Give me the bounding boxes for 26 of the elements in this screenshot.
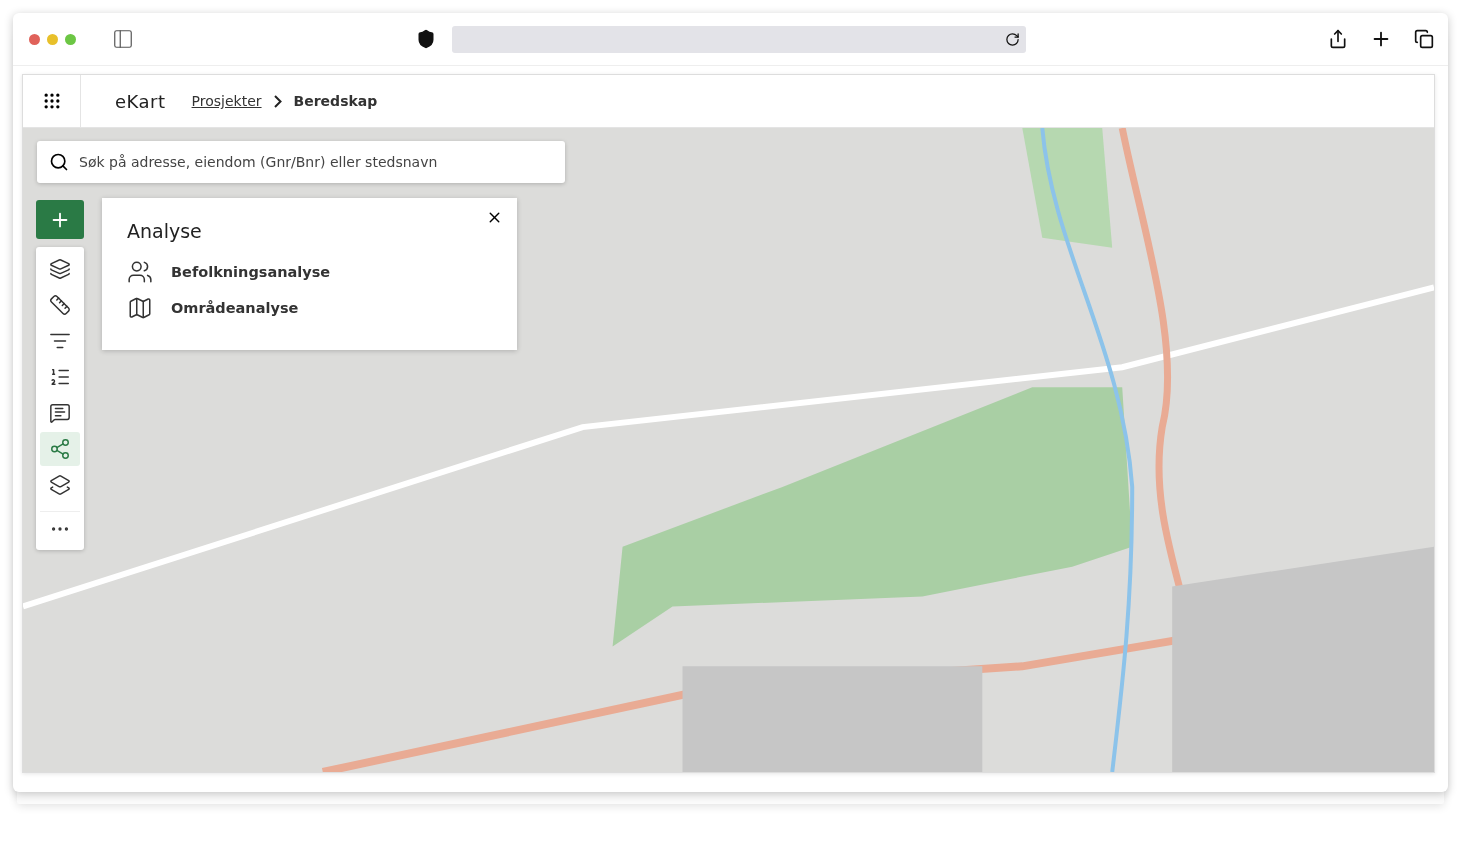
shield-icon — [416, 29, 436, 49]
legend-icon[interactable] — [49, 366, 71, 388]
breadcrumb-current: Beredskap — [293, 93, 378, 109]
share-icon[interactable] — [1328, 29, 1348, 49]
people-icon — [127, 259, 153, 285]
app-name: eKart — [115, 90, 166, 112]
sidebar-icon[interactable] — [112, 28, 134, 50]
close-dot[interactable] — [29, 33, 40, 45]
layers-icon[interactable] — [49, 258, 71, 280]
minimize-dot[interactable] — [47, 33, 58, 45]
analysis-tool-button[interactable] — [40, 432, 80, 466]
search-field[interactable]: Søk på adresse, eiendom (Gnr/Bnr) eller stedsnavn — [37, 141, 565, 183]
maximize-dot[interactable] — [65, 33, 76, 45]
breadcrumb-link[interactable]: Prosjekter — [191, 93, 262, 109]
comment-icon[interactable] — [49, 402, 71, 424]
map-icon — [127, 295, 153, 321]
chevron-icon — [273, 94, 282, 108]
analysis-menu-item[interactable]: Befolkningsanalyse — [127, 254, 331, 290]
tabs-icon[interactable] — [1414, 29, 1434, 49]
analysis-menu-item[interactable]: Områdeanalyse — [127, 290, 299, 326]
measure-icon[interactable] — [49, 294, 71, 316]
app-grid-button[interactable] — [23, 75, 81, 127]
search-icon — [49, 152, 69, 172]
add-button[interactable] — [36, 200, 84, 239]
reload-icon[interactable] — [1005, 31, 1020, 47]
panel-title: Analyse — [127, 220, 203, 242]
